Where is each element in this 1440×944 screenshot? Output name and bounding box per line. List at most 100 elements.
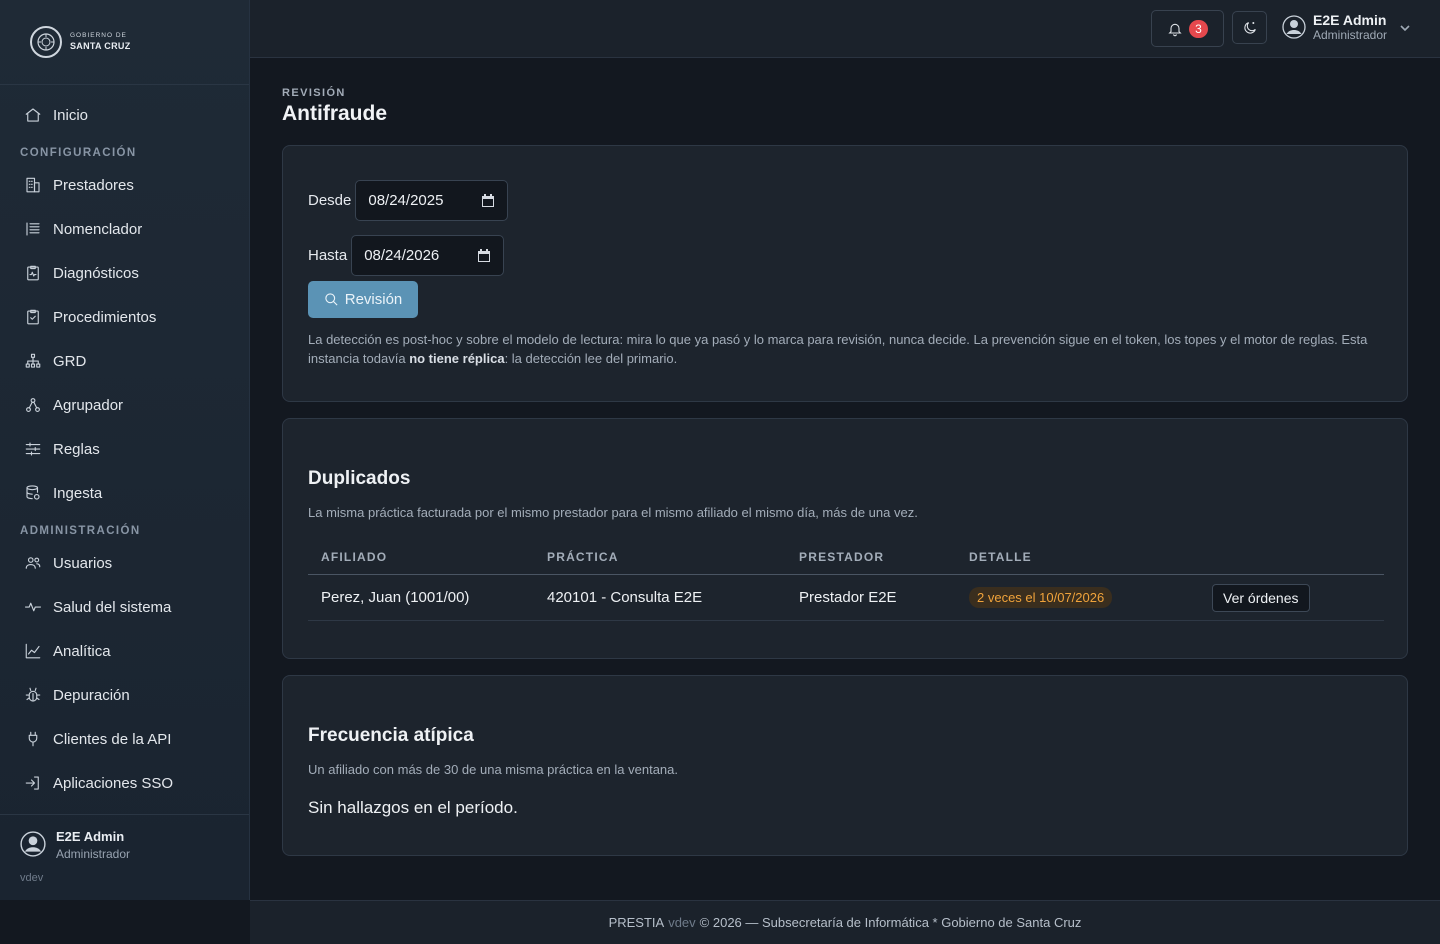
sidebar-item-label: Usuarios xyxy=(53,554,113,572)
cell-practica: 420101 - Consulta E2E xyxy=(547,589,703,606)
sidebar-item-nomenclador[interactable]: Nomenclador xyxy=(0,207,249,251)
users-icon xyxy=(24,554,42,572)
sidebar-item-label: Inicio xyxy=(53,106,89,124)
footer-version: vdev xyxy=(668,915,696,930)
sidebar-item-ingesta[interactable]: Ingesta xyxy=(0,471,249,515)
sidebar-item-label: Depuración xyxy=(53,686,130,704)
filters-card: Desde 08/24/2025 Hasta 08/24/2026 Revisi… xyxy=(282,145,1408,402)
topbar-user-name: E2E Admin xyxy=(1313,12,1387,28)
building-icon xyxy=(24,176,42,194)
column-header: PRÁCTICA xyxy=(547,549,619,564)
sidebar-item-analitica[interactable]: Analítica xyxy=(0,629,249,673)
plug-icon xyxy=(24,730,42,748)
brand-top-text: GOBIERNO DE xyxy=(70,32,127,40)
ver-ordenes-button[interactable]: Ver órdenes xyxy=(1212,583,1310,612)
desde-date-input[interactable]: 08/24/2025 xyxy=(355,180,509,221)
cell-prestador: Prestador E2E xyxy=(799,589,897,606)
help-text-bold: no tiene réplica xyxy=(409,351,505,366)
sidebar-item-aplicaciones-sso[interactable]: Aplicaciones SSO xyxy=(0,761,249,805)
sidebar-item-clientes-api[interactable]: Clientes de la API xyxy=(0,717,249,761)
clipboard-check-icon xyxy=(24,308,42,326)
database-icon xyxy=(24,484,42,502)
section-configuracion: CONFIGURACIÓN xyxy=(20,147,137,159)
user-menu[interactable]: E2E Admin Administrador xyxy=(1282,13,1411,41)
sidebar-item-prestadores[interactable]: Prestadores xyxy=(0,163,249,207)
hasta-value: 08/24/2026 xyxy=(364,247,440,264)
sidebar-item-label: Prestadores xyxy=(53,176,134,194)
sidebar-item-usuarios[interactable]: Usuarios xyxy=(0,541,249,585)
sidebar-item-label: Reglas xyxy=(53,440,100,458)
section-administracion: ADMINISTRACIÓN xyxy=(20,525,141,537)
topbar-user-role: Administrador xyxy=(1313,28,1388,42)
sidebar-user[interactable]: E2E Admin Administrador xyxy=(0,814,249,861)
frecuencia-card: Frecuencia atípica Un afiliado con más d… xyxy=(282,675,1408,856)
hasta-date-input[interactable]: 08/24/2026 xyxy=(351,235,505,276)
column-header: DETALLE xyxy=(969,549,1032,564)
page-eyebrow: REVISIÓN xyxy=(282,87,346,99)
cell-afiliado: Perez, Juan (1001/00) xyxy=(321,589,470,606)
help-text-part2: : la detección lee del primario. xyxy=(504,351,678,366)
help-text: La detección es post-hoc y sobre el mode… xyxy=(308,330,1378,368)
sidebar-user-role: Administrador xyxy=(56,847,131,861)
calendar-icon xyxy=(478,248,491,262)
brand-logo[interactable]: GOBIERNO DE SANTA CRUZ xyxy=(0,0,249,85)
cell-detalle: 2 veces el 10/07/2026 xyxy=(969,587,1212,608)
page-title: Antifraude xyxy=(282,102,387,125)
sidebar-item-agrupador[interactable]: Agrupador xyxy=(0,383,249,427)
desde-value: 08/24/2025 xyxy=(368,192,444,209)
duplicados-table: AFILIADO PRÁCTICA PRESTADOR DETALLE Pere… xyxy=(308,539,1384,621)
seal-icon xyxy=(30,26,62,58)
notifications-badge: 3 xyxy=(1189,19,1208,38)
chevron-down-icon xyxy=(1399,21,1411,33)
sidebar-item-grd[interactable]: GRD xyxy=(0,339,249,383)
footer-text: © 2026 — Subsecretaría de Informática * … xyxy=(699,915,1082,930)
empty-state: Sin hallazgos en el período. xyxy=(308,798,518,817)
hasta-label: Hasta xyxy=(308,247,348,264)
sidebar: GOBIERNO DE SANTA CRUZ Inicio CONFIGURAC… xyxy=(0,0,250,900)
sidebar-item-label: Procedimientos xyxy=(53,308,157,326)
login-icon xyxy=(24,774,42,792)
group-icon xyxy=(24,396,42,414)
sidebar-item-label: Agrupador xyxy=(53,396,124,414)
revision-button-label: Revisión xyxy=(344,291,403,308)
sidebar-item-diagnosticos[interactable]: Diagnósticos xyxy=(0,251,249,295)
desde-field: Desde 08/24/2025 xyxy=(308,180,509,221)
bell-icon xyxy=(1168,23,1182,36)
sidebar-item-label: Diagnósticos xyxy=(53,264,139,282)
revision-button[interactable]: Revisión xyxy=(308,281,418,318)
clipboard-pulse-icon xyxy=(24,264,42,282)
chart-icon xyxy=(24,642,42,660)
hierarchy-icon xyxy=(24,352,42,370)
avatar-icon xyxy=(20,831,46,857)
duplicados-subtitle: La misma práctica facturada por el mismo… xyxy=(308,505,918,520)
avatar-icon xyxy=(1282,15,1306,39)
sidebar-item-label: Ingesta xyxy=(53,484,103,502)
pulse-icon xyxy=(24,598,42,616)
table-row: Perez, Juan (1001/00) 420101 - Consulta … xyxy=(308,575,1384,621)
sidebar-item-reglas[interactable]: Reglas xyxy=(0,427,249,471)
sidebar-item-label: Aplicaciones SSO xyxy=(53,774,174,792)
theme-toggle-button[interactable] xyxy=(1232,11,1267,44)
hasta-field: Hasta 08/24/2026 xyxy=(308,235,505,276)
table-header: AFILIADO PRÁCTICA PRESTADOR DETALLE xyxy=(308,539,1384,575)
sliders-icon xyxy=(24,440,42,458)
sidebar-item-label: Nomenclador xyxy=(53,220,143,238)
cell-action: Ver órdenes xyxy=(1212,583,1384,612)
column-header: PRESTADOR xyxy=(799,549,885,564)
calendar-icon xyxy=(482,193,495,207)
sidebar-item-inicio[interactable]: Inicio xyxy=(0,93,249,137)
sidebar-user-name: E2E Admin xyxy=(56,829,125,844)
footer-app: PRESTIA xyxy=(608,915,665,930)
sidebar-item-salud-del-sistema[interactable]: Salud del sistema xyxy=(0,585,249,629)
sidebar-item-label: Clientes de la API xyxy=(53,730,172,748)
duplicados-card: Duplicados La misma práctica facturada p… xyxy=(282,418,1408,659)
column-header: AFILIADO xyxy=(321,549,388,564)
frecuencia-title: Frecuencia atípica xyxy=(308,725,474,746)
notifications-button[interactable]: 3 xyxy=(1151,10,1224,47)
duplicados-title: Duplicados xyxy=(308,468,411,489)
sidebar-item-procedimientos[interactable]: Procedimientos xyxy=(0,295,249,339)
moon-icon xyxy=(1243,21,1256,34)
brand-bottom-text: SANTA CRUZ xyxy=(70,40,131,51)
sidebar-item-depuracion[interactable]: Depuración xyxy=(0,673,249,717)
frecuencia-subtitle: Un afiliado con más de 30 de una misma p… xyxy=(308,762,678,777)
